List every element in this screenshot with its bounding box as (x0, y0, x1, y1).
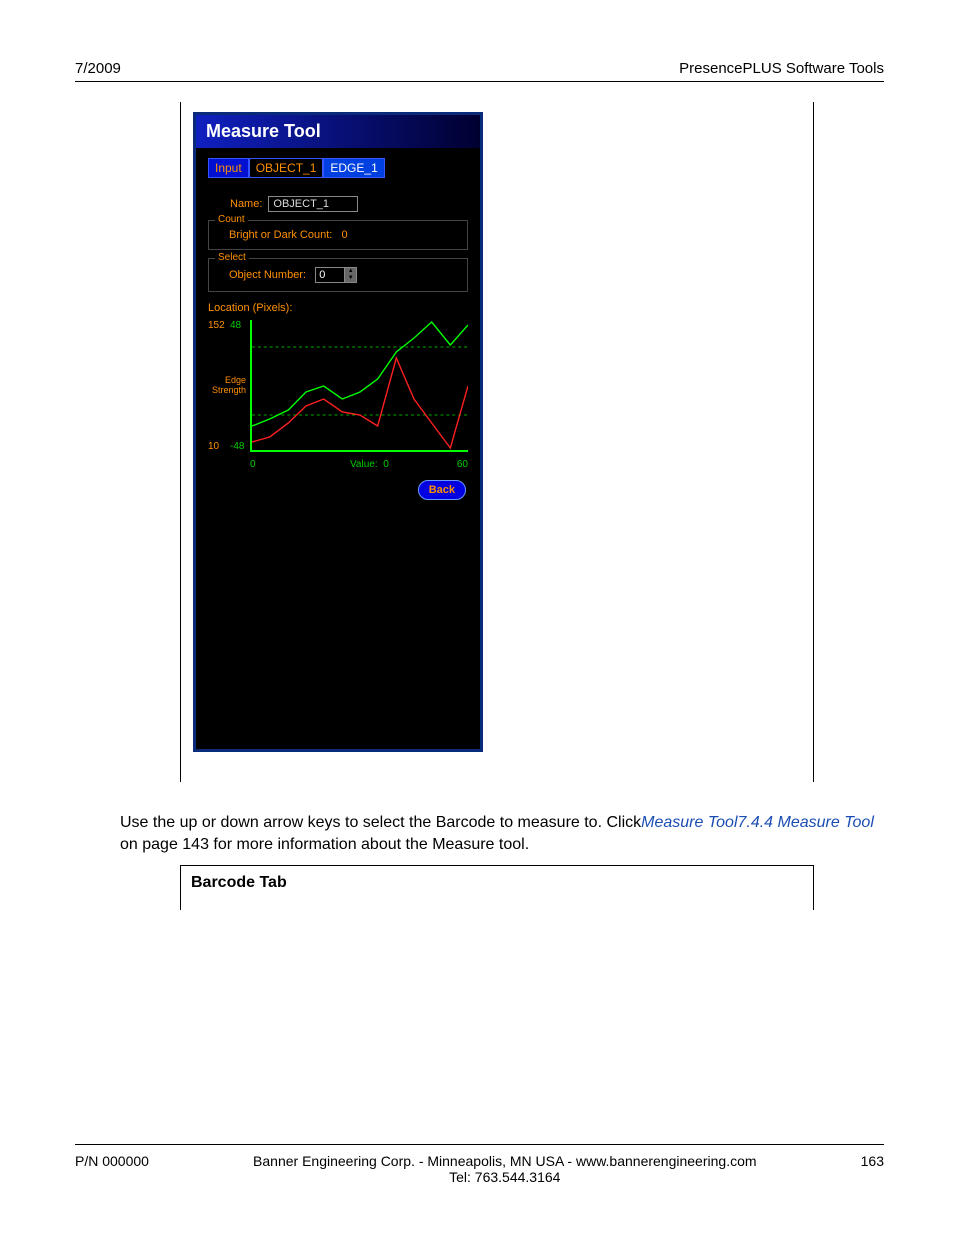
header-product: PresencePLUS Software Tools (679, 60, 884, 77)
page-number: 163 (861, 1153, 884, 1185)
x-max: 60 (457, 459, 468, 470)
y-right-min: -48 (230, 441, 244, 452)
select-legend: Select (215, 252, 249, 263)
edge-strength-chart: 152 10 48 -48 EdgeStrength 0 (208, 320, 468, 470)
spinner-up-icon[interactable]: ▲ (344, 268, 356, 275)
plot-area (250, 320, 468, 452)
count-group: Count Bright or Dark Count: 0 (208, 220, 468, 250)
barcode-tab-box: Barcode Tab (180, 865, 814, 910)
y-left-max: 152 (208, 320, 225, 331)
x-min: 0 (250, 459, 256, 470)
figure-container: Measure Tool Input OBJECT_1 EDGE_1 Name:… (180, 102, 814, 782)
object-number-label: Object Number: (229, 269, 306, 281)
count-legend: Count (215, 214, 248, 225)
instruction-paragraph: Use the up or down arrow keys to select … (120, 812, 884, 855)
y-left-min: 10 (208, 441, 219, 452)
part-number: P/N 000000 (75, 1153, 149, 1185)
y-axis-label: EdgeStrength (210, 375, 246, 395)
measure-tool-panel: Measure Tool Input OBJECT_1 EDGE_1 Name:… (193, 112, 483, 752)
location-label: Location (Pixels): (208, 302, 468, 314)
barcode-tab-title: Barcode Tab (191, 874, 803, 892)
instruction-text-1: Use the up or down arrow keys to select … (120, 814, 641, 831)
name-label: Name: (230, 198, 262, 210)
name-input[interactable] (268, 196, 358, 212)
tab-object[interactable]: OBJECT_1 (249, 158, 324, 178)
select-group: Select Object Number: ▲ ▼ (208, 258, 468, 292)
footer-company: Banner Engineering Corp. - Minneapolis, … (253, 1153, 756, 1169)
y-right-max: 48 (230, 320, 241, 331)
tab-input[interactable]: Input (208, 158, 249, 178)
object-number-input[interactable] (316, 268, 344, 282)
count-value: 0 (342, 229, 348, 241)
page-footer: P/N 000000 Banner Engineering Corp. - Mi… (75, 1144, 884, 1185)
back-button[interactable]: Back (418, 480, 466, 500)
spinner-down-icon[interactable]: ▼ (344, 275, 356, 282)
panel-title: Measure Tool (196, 115, 480, 148)
tab-edge[interactable]: EDGE_1 (323, 158, 384, 178)
footer-tel: Tel: 763.544.3164 (449, 1169, 560, 1185)
measure-tool-link[interactable]: Measure Tool7.4.4 Measure Tool (641, 814, 874, 831)
header-date: 7/2009 (75, 60, 121, 77)
tab-bar: Input OBJECT_1 EDGE_1 (208, 158, 468, 178)
value-label: Value: (350, 459, 378, 470)
count-label: Bright or Dark Count: (229, 229, 332, 241)
instruction-text-2: on page 143 for more information about t… (120, 836, 529, 853)
value-readout: 0 (383, 459, 389, 470)
